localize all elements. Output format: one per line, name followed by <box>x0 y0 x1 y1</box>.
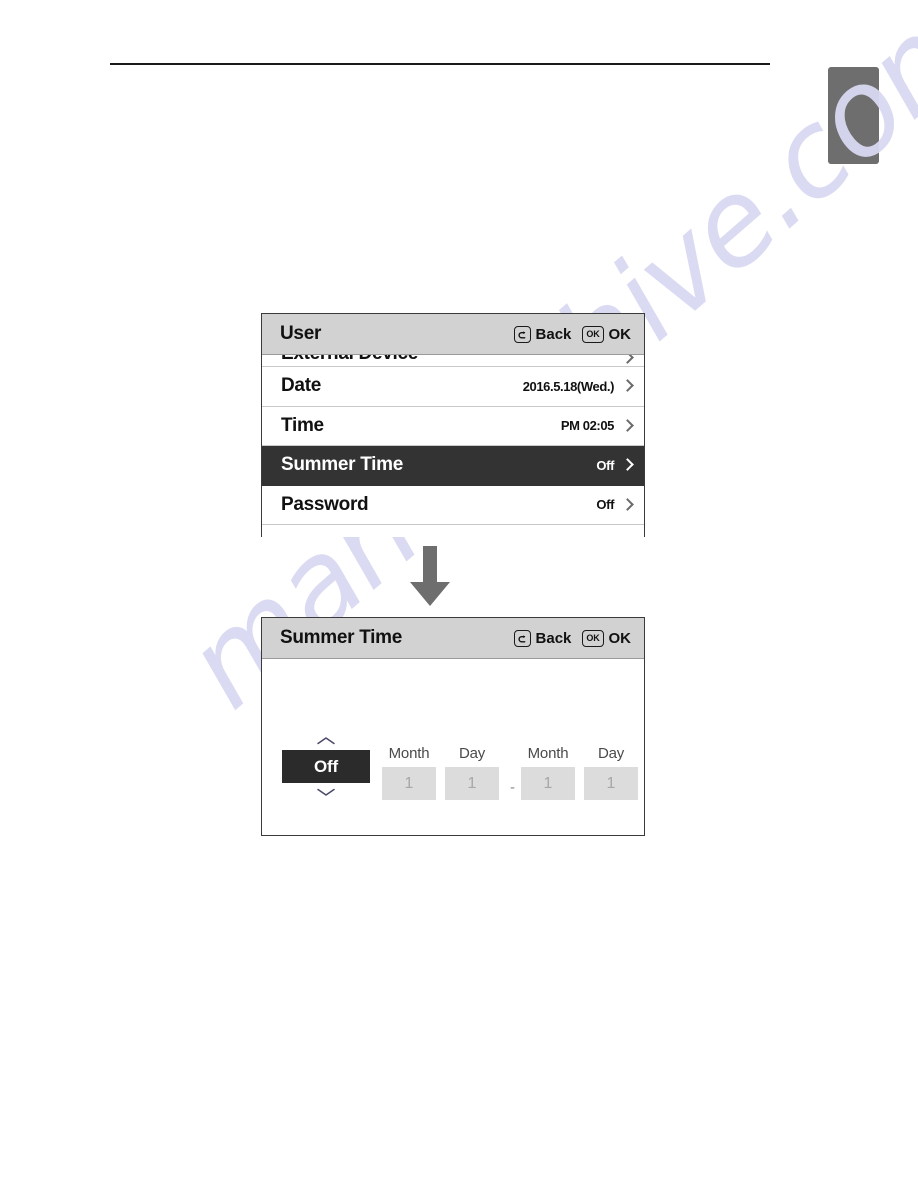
ok-key-icon: OK <box>582 325 604 343</box>
chapter-side-tab <box>828 67 879 164</box>
start-day-field[interactable]: Day 1 <box>443 745 501 800</box>
list-item-label: Time <box>281 414 324 436</box>
end-day-value: 1 <box>606 774 616 792</box>
chevron-right-icon <box>623 355 632 365</box>
summer-time-header: Summer Time Back OK OK <box>262 618 644 659</box>
end-day-field[interactable]: Day 1 <box>582 745 640 800</box>
summer-time-toggle-stepper[interactable]: Off <box>276 735 376 798</box>
start-month-value: 1 <box>404 774 414 792</box>
list-item-label: Summer Time <box>281 454 404 476</box>
range-separator: - <box>510 779 515 796</box>
chevron-right-icon <box>623 458 632 472</box>
back-button-label: Back <box>535 629 572 647</box>
list-item-label: External Device <box>281 355 418 365</box>
chevron-right-icon <box>623 419 632 433</box>
summer-time-title: Summer Time <box>280 627 403 648</box>
list-item-right: Off <box>596 458 632 473</box>
back-arrow-icon <box>513 629 531 647</box>
end-month-field[interactable]: Month 1 <box>519 745 577 800</box>
list-item-summer-time[interactable]: Summer Time Off <box>262 446 644 486</box>
list-item-right: Off <box>596 497 632 512</box>
list-item-value: Off <box>596 457 614 473</box>
down-arrow-icon <box>408 546 452 608</box>
back-button[interactable]: Back <box>513 325 572 343</box>
list-item-right: 2016.5.18(Wed.) <box>523 379 632 394</box>
summer-time-header-actions: Back OK OK <box>513 629 632 647</box>
back-button[interactable]: Back <box>513 629 572 647</box>
list-item-time[interactable]: Time PM 02:05 <box>262 406 644 446</box>
back-arrow-icon <box>513 325 531 343</box>
summer-time-toggle-value-box[interactable]: Off <box>282 750 370 783</box>
ok-button[interactable]: OK OK <box>582 629 632 647</box>
summer-time-screen: Summer Time Back OK OK Off Month 1 Day 1… <box>261 617 645 836</box>
summer-time-date-range: Month 1 Day 1 - Month 1 Day 1 <box>380 745 645 800</box>
end-day-box[interactable]: 1 <box>584 767 638 800</box>
ok-button[interactable]: OK OK <box>582 325 632 343</box>
summer-time-toggle-value: Off <box>314 756 338 776</box>
list-item-value: PM 02:05 <box>560 418 615 434</box>
end-month-box[interactable]: 1 <box>521 767 575 800</box>
start-month-field[interactable]: Month 1 <box>380 745 438 800</box>
user-screen-header: User Back OK OK <box>262 314 644 355</box>
start-day-value: 1 <box>467 774 477 792</box>
chevron-right-icon <box>623 498 632 512</box>
end-day-label: Day <box>597 745 625 762</box>
ok-button-label: OK <box>608 629 632 647</box>
page-header-rule <box>110 63 770 65</box>
list-item-label: Date <box>281 375 321 397</box>
list-item-label: Password <box>281 493 369 515</box>
start-month-label: Month <box>388 745 430 762</box>
user-settings-screen: User Back OK OK External Device <box>261 313 645 537</box>
list-item-external-device[interactable]: External Device <box>262 355 644 367</box>
list-item-value: Off <box>596 497 614 513</box>
list-item-right <box>614 355 632 365</box>
chevron-down-icon[interactable] <box>315 786 337 798</box>
chevron-right-icon <box>623 379 632 393</box>
start-day-label: Day <box>458 745 486 762</box>
user-screen-title: User <box>280 323 322 344</box>
start-day-box[interactable]: 1 <box>445 767 499 800</box>
end-month-label: Month <box>527 745 569 762</box>
list-item-value: 2016.5.18(Wed.) <box>522 378 615 394</box>
ok-button-label: OK <box>608 325 632 343</box>
end-month-value: 1 <box>543 774 553 792</box>
summer-time-body: Off Month 1 Day 1 - Month 1 Day 1 <box>262 659 644 835</box>
back-button-label: Back <box>535 325 572 343</box>
user-settings-list[interactable]: External Device Date 2016.5.18(Wed.) Tim… <box>262 355 644 537</box>
list-item-date[interactable]: Date 2016.5.18(Wed.) <box>262 367 644 407</box>
user-screen-header-actions: Back OK OK <box>513 325 632 343</box>
ok-key-icon: OK <box>582 629 604 647</box>
list-item-password[interactable]: Password Off <box>262 485 644 525</box>
chevron-up-icon[interactable] <box>315 735 337 747</box>
list-item-right: PM 02:05 <box>561 418 632 433</box>
start-month-box[interactable]: 1 <box>382 767 436 800</box>
